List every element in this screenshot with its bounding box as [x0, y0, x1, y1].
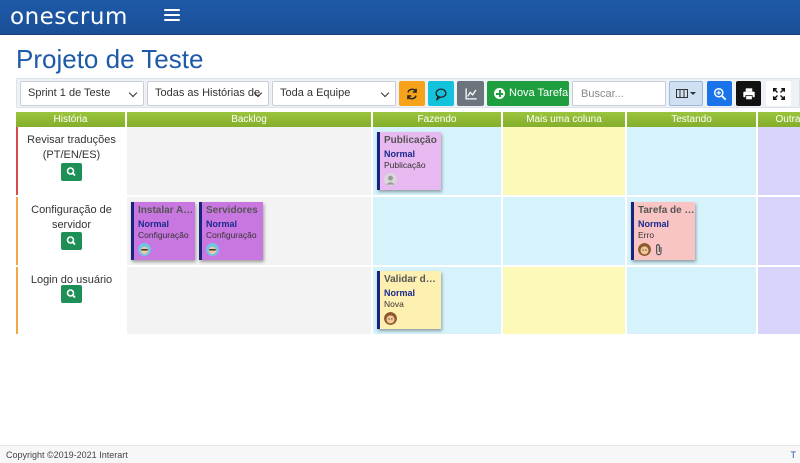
story-title: Configuração de servidor	[31, 204, 112, 231]
card-type: Publicação	[384, 160, 426, 170]
new-task-button[interactable]: Nova Tarefa	[487, 81, 569, 106]
story-color-bar	[16, 197, 18, 265]
cell-outra	[758, 267, 800, 336]
card-type: Configuração	[206, 230, 257, 240]
story-row-1: Revisar traduções (PT/EN/ES)	[16, 127, 125, 197]
paperclip-icon	[656, 244, 662, 256]
new-task-label: Nova Tarefa	[509, 87, 569, 99]
column-header-outra: Outra	[758, 112, 800, 127]
column-header-testando: Testando	[627, 112, 758, 127]
fullscreen-icon	[772, 87, 785, 100]
line-chart-icon	[464, 87, 477, 100]
view-columns-button[interactable]	[669, 81, 703, 106]
cell-mais-uma-coluna	[503, 267, 627, 336]
task-card[interactable]: Servidores Normal Configuração	[199, 202, 263, 260]
menu-icon[interactable]	[164, 9, 180, 25]
refresh-button[interactable]	[399, 81, 425, 106]
chat-icon	[435, 87, 447, 100]
chevron-down-icon	[380, 88, 390, 98]
column-header-historia: História	[16, 112, 127, 127]
fullscreen-button[interactable]	[766, 81, 791, 106]
story-row-3: Login do usuário	[16, 267, 125, 336]
story-color-bar	[16, 127, 18, 195]
sprint-select-value: Sprint 1 de Teste	[28, 87, 111, 99]
task-card[interactable]: Validar dad... Normal Nova	[377, 271, 441, 329]
story-search-button[interactable]	[61, 232, 82, 250]
user-avatar-icon	[384, 312, 397, 325]
card-priority: Normal	[206, 219, 238, 229]
cell-mais-uma-coluna	[503, 127, 627, 197]
cell-testando	[627, 127, 758, 197]
kanban-board: História Backlog Fazendo Mais uma coluna…	[16, 112, 800, 336]
zoom-in-icon	[713, 87, 726, 100]
stories-select-value: Todas as Histórias de	[155, 87, 261, 99]
zoom-button[interactable]	[707, 81, 732, 106]
print-button[interactable]	[736, 81, 761, 106]
cell-testando	[627, 267, 758, 336]
card-title: Tarefa de T...	[638, 205, 695, 216]
user-avatar-icon	[138, 243, 151, 256]
card-type: Nova	[384, 299, 404, 309]
story-search-button[interactable]	[61, 285, 82, 303]
page-title: Projeto de Teste	[16, 44, 204, 74]
copyright-text: Copyright ©2019-2021 Interart	[6, 450, 128, 460]
brand-logo[interactable]: onescrum	[10, 4, 128, 30]
cell-fazendo	[373, 197, 503, 267]
top-navbar: onescrum	[0, 0, 800, 35]
card-priority: Normal	[138, 219, 170, 229]
search-input[interactable]	[572, 81, 666, 106]
task-card[interactable]: Publicação Normal Publicação	[377, 132, 441, 190]
toolbar: Sprint 1 de Teste Todas as Histórias de …	[16, 78, 800, 108]
user-avatar-icon	[206, 243, 219, 256]
chart-button[interactable]	[457, 81, 484, 106]
chevron-down-icon	[128, 88, 138, 98]
story-title: Revisar traduções (PT/EN/ES)	[27, 134, 116, 161]
card-title: Publicação	[384, 135, 437, 146]
user-avatar-icon	[638, 243, 651, 256]
team-select[interactable]: Toda a Equipe	[272, 81, 396, 106]
cell-backlog	[127, 127, 373, 197]
column-header-fazendo: Fazendo	[373, 112, 503, 127]
card-priority: Normal	[384, 149, 416, 159]
card-type: Erro	[638, 230, 655, 240]
card-priority: Normal	[638, 219, 670, 229]
card-title: Servidores	[206, 205, 258, 216]
user-avatar-icon	[384, 173, 397, 186]
card-priority: Normal	[384, 288, 416, 298]
column-header-backlog: Backlog	[127, 112, 373, 127]
footer-link[interactable]: T	[791, 450, 797, 460]
comments-button[interactable]	[428, 81, 454, 106]
cell-backlog	[127, 267, 373, 336]
search-icon	[66, 236, 76, 246]
search-icon	[66, 289, 76, 299]
task-card[interactable]: Tarefa de T... Normal Erro	[631, 202, 695, 260]
refresh-icon	[407, 88, 417, 99]
task-card[interactable]: Instalar Ap... Normal Configuração	[131, 202, 195, 260]
plus-circle-icon	[494, 88, 505, 99]
column-header-mais-uma-coluna: Mais uma coluna	[503, 112, 627, 127]
stories-select[interactable]: Todas as Histórias de	[147, 81, 269, 106]
card-title: Instalar Ap...	[138, 205, 195, 216]
footer: Copyright ©2019-2021 Interart T	[0, 445, 800, 463]
cell-outra	[758, 197, 800, 267]
card-type: Configuração	[138, 230, 189, 240]
team-select-value: Toda a Equipe	[280, 87, 351, 99]
sprint-select[interactable]: Sprint 1 de Teste	[20, 81, 144, 106]
story-row-2: Configuração de servidor	[16, 197, 125, 267]
story-search-button[interactable]	[61, 163, 82, 181]
cell-outra	[758, 127, 800, 197]
card-title: Validar dad...	[384, 274, 441, 285]
story-color-bar	[16, 267, 18, 334]
print-icon	[742, 87, 755, 100]
cell-mais-uma-coluna	[503, 197, 627, 267]
columns-icon	[676, 88, 696, 98]
search-icon	[66, 167, 76, 177]
